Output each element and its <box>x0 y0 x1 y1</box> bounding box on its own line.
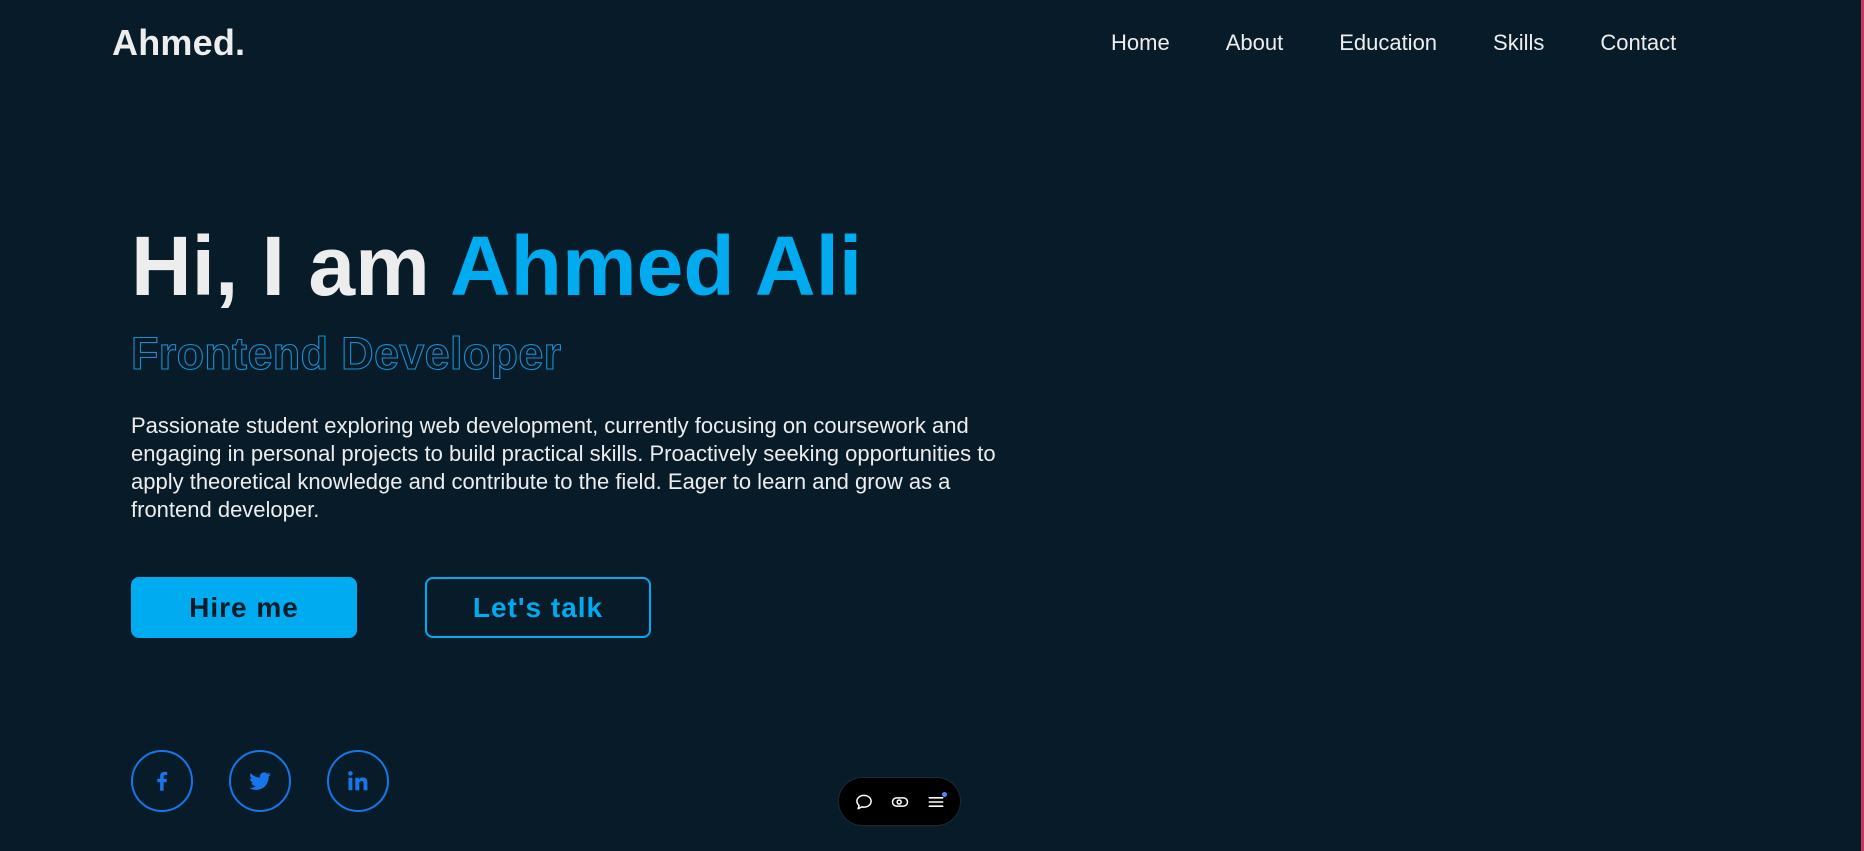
hero-heading: Hi, I am Ahmed Ali <box>131 218 1031 314</box>
hero-name: Ahmed Ali <box>450 219 863 313</box>
lets-talk-button[interactable]: Let's talk <box>425 577 651 638</box>
linkedin-link[interactable] <box>327 750 389 812</box>
nav-about[interactable]: About <box>1226 30 1284 56</box>
linkedin-icon <box>348 771 368 791</box>
nav-skills[interactable]: Skills <box>1493 30 1544 56</box>
page: Ahmed. Home About Education Skills Conta… <box>0 0 1864 851</box>
floating-toolbar <box>838 777 961 826</box>
main-nav: Home About Education Skills Contact <box>1111 30 1676 56</box>
menu-button[interactable] <box>918 784 954 820</box>
hero-greeting: Hi, I am <box>131 219 430 313</box>
hero-description: Passionate student exploring web develop… <box>131 413 996 522</box>
hero-buttons: Hire me Let's talk <box>131 577 651 638</box>
hero-section: Hi, I am Ahmed Ali Frontend Developer Pa… <box>130 218 1031 524</box>
hire-me-button[interactable]: Hire me <box>131 577 357 638</box>
chat-button[interactable] <box>846 784 882 820</box>
nav-contact[interactable]: Contact <box>1600 30 1676 56</box>
nav-education[interactable]: Education <box>1339 30 1437 56</box>
twitter-icon <box>249 772 271 790</box>
toggle-button[interactable] <box>882 784 918 820</box>
logo[interactable]: Ahmed. <box>112 22 245 64</box>
nav-home[interactable]: Home <box>1111 30 1170 56</box>
facebook-link[interactable] <box>131 750 193 812</box>
chat-bubble-icon <box>855 794 872 809</box>
hero-role: Frontend Developer <box>130 327 562 379</box>
twitter-link[interactable] <box>229 750 291 812</box>
facebook-icon <box>157 771 168 791</box>
toggle-icon <box>891 796 908 807</box>
notification-dot <box>941 791 947 797</box>
social-links <box>131 750 389 812</box>
